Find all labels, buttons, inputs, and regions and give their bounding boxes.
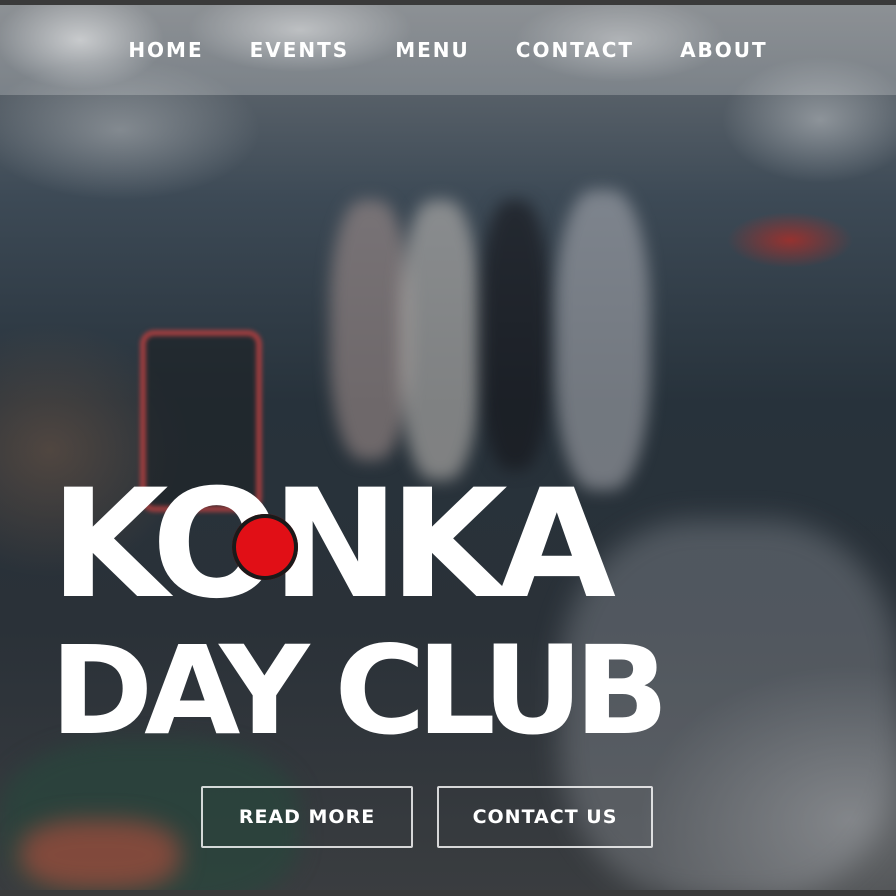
background-person [555,190,650,490]
nav-events[interactable]: EVENTS [250,38,350,62]
hero-title: KONKA DAY CLUB [50,470,669,752]
logo-red-dot [232,514,298,580]
nav-menu[interactable]: MENU [395,38,470,62]
hero-title-line1: KONKA [50,458,616,632]
bottom-border [0,890,896,896]
background-person [400,200,480,480]
background-flower [20,820,180,890]
nav-about[interactable]: ABOUT [680,38,768,62]
background-person [330,200,410,460]
contact-us-button[interactable]: CONTACT US [437,786,653,848]
background-person [480,200,550,470]
read-more-button[interactable]: READ MORE [201,786,413,848]
main-navigation: HOME EVENTS MENU CONTACT ABOUT [0,5,896,95]
nav-home[interactable]: HOME [128,38,203,62]
hero-title-line2: DAY CLUB [50,620,669,762]
nav-contact[interactable]: CONTACT [516,38,634,62]
